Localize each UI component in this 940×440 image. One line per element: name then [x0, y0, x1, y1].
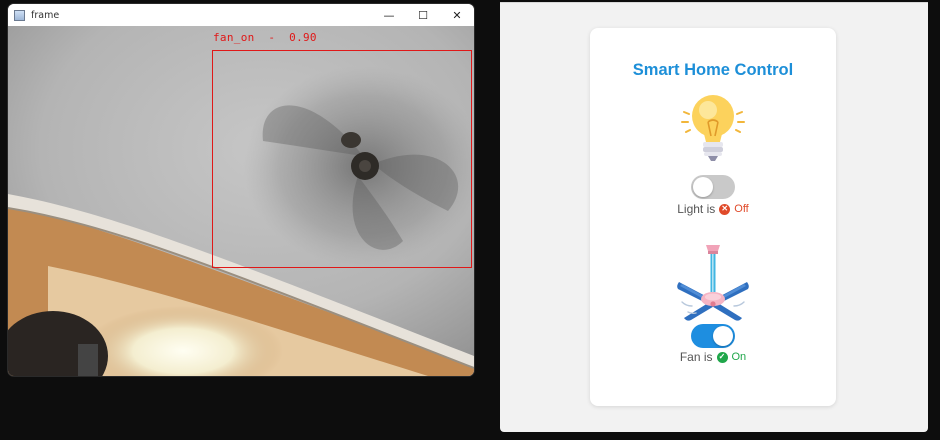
maximize-icon[interactable]: ☐: [406, 4, 440, 26]
light-toggle[interactable]: [691, 175, 735, 199]
check-circle-icon: ✓: [716, 351, 728, 363]
camera-window: frame — ☐ ✕ fan_on - 0.90: [8, 4, 474, 376]
minimize-icon[interactable]: —: [372, 4, 406, 26]
window-app-icon: [14, 9, 25, 21]
smart-home-card: Smart Home Control Light is ✕ Off Fan is…: [590, 28, 836, 406]
camera-frame: fan_on - 0.90: [8, 26, 474, 376]
browser-top-border: [500, 2, 928, 3]
x-circle-icon: ✕: [719, 203, 731, 215]
fan-toggle-knob: [713, 326, 733, 346]
close-icon[interactable]: ✕: [440, 4, 474, 26]
fan-status: Fan is ✓ On: [590, 350, 836, 364]
fan-status-prefix: Fan is: [679, 350, 713, 364]
detection-label: fan_on - 0.90: [213, 31, 317, 44]
browser-content-area: Smart Home Control Light is ✕ Off Fan is…: [500, 2, 928, 432]
fan-toggle[interactable]: [691, 324, 735, 348]
light-status-prefix: Light is: [677, 202, 716, 216]
detection-bounding-box: [212, 50, 472, 268]
page-title: Smart Home Control: [632, 61, 794, 79]
light-status-value: Off: [734, 203, 749, 215]
fan-status-value: On: [731, 351, 747, 363]
window-controls: — ☐ ✕: [372, 4, 474, 26]
ceiling-fan-icon: [677, 245, 749, 321]
light-toggle-knob: [693, 177, 713, 197]
light-status: Light is ✕ Off: [590, 202, 836, 216]
camera-window-titlebar[interactable]: frame — ☐ ✕: [8, 4, 474, 26]
lightbulb-icon: [681, 95, 745, 161]
camera-window-title: frame: [31, 9, 60, 21]
